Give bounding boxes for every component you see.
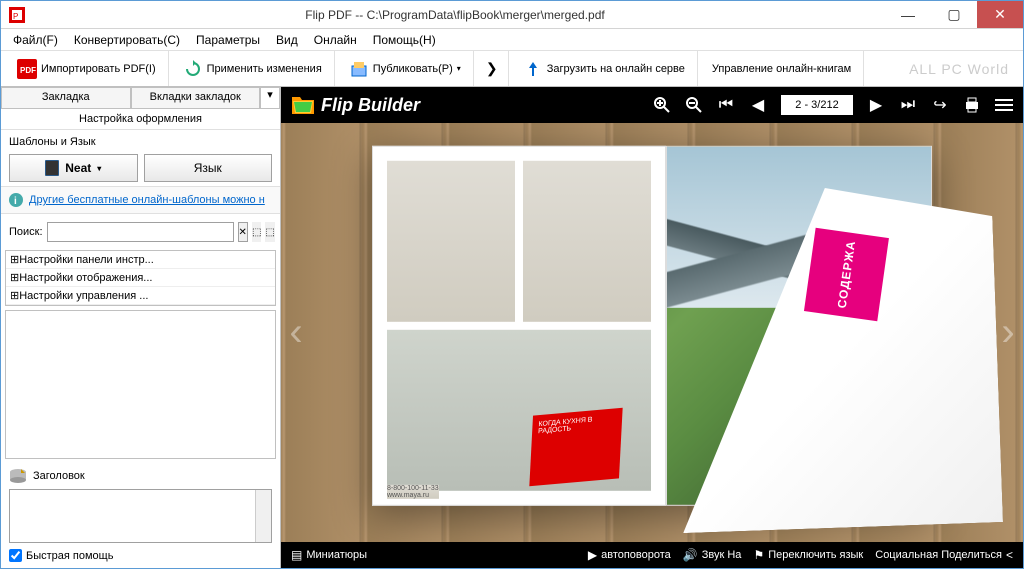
tab-bookmark[interactable]: Закладка [1, 87, 131, 109]
social-share-button[interactable]: Социальная Поделиться < [875, 548, 1013, 562]
svg-text:i: i [14, 196, 17, 207]
next-page-icon[interactable]: ▶ [867, 96, 885, 114]
close-button[interactable]: ✕ [977, 1, 1023, 28]
quick-help-label: Быстрая помощь [26, 550, 113, 562]
menu-online[interactable]: Онлайн [306, 31, 365, 49]
book-icon [45, 160, 59, 176]
menu-bar: Файл(F) Конвертировать(C) Параметры Вид … [1, 29, 1023, 51]
tree-item-display[interactable]: ⊞Настройки отображения... [6, 269, 275, 287]
menu-icon[interactable] [995, 96, 1013, 114]
template-select-button[interactable]: Neat ▾ [9, 154, 138, 182]
import-pdf-button[interactable]: PDF Импортировать PDF(I) [11, 55, 162, 83]
thumbnails-button[interactable]: ▤ Миниатюры [291, 548, 367, 562]
tree-item-toolbar[interactable]: ⊞Настройки панели инстр... [6, 251, 275, 269]
window-title: Flip PDF -- C:\ProgramData\flipBook\merg… [25, 8, 885, 22]
zoom-in-icon[interactable] [653, 96, 671, 114]
main-toolbar: PDF Импортировать PDF(I) Применить измен… [1, 51, 1023, 87]
clear-search-button[interactable]: ✕ [238, 222, 248, 242]
upload-icon [523, 59, 543, 79]
collapse-all-button[interactable]: ⬚ [265, 222, 274, 242]
menu-view[interactable]: Вид [268, 31, 306, 49]
flipbook[interactable]: 8-800-100-11-33www.maya.ru DEECT [372, 145, 932, 505]
next-icon[interactable]: ❯ [482, 59, 502, 79]
page-left: 8-800-100-11-33www.maya.ru [372, 145, 666, 505]
menu-file[interactable]: Файл(F) [5, 31, 66, 49]
play-icon: ▶ [588, 548, 597, 562]
refresh-icon [183, 59, 203, 79]
pdf-icon: PDF [17, 59, 37, 79]
redo-icon[interactable]: ↪ [931, 96, 949, 114]
zoom-out-icon[interactable] [685, 96, 703, 114]
publish-button[interactable]: Публиковать(P) ▾ [343, 55, 467, 83]
publish-icon [349, 59, 369, 79]
maximize-button[interactable]: ▢ [931, 1, 977, 28]
menu-params[interactable]: Параметры [188, 31, 268, 49]
menu-convert[interactable]: Конвертировать(C) [66, 31, 188, 49]
viewer-brand: Flip Builder [291, 95, 420, 116]
switch-language-button[interactable]: ⚑ Переключить язык [753, 548, 863, 562]
chevron-down-icon: ▾ [97, 164, 101, 173]
design-section-title: Настройка оформления [1, 109, 280, 130]
page-footer: 8-800-100-11-33www.maya.ru [387, 484, 439, 498]
side-label: DEECT [905, 472, 925, 494]
thumbnails-icon: ▤ [291, 548, 302, 562]
info-icon: i [9, 193, 23, 207]
viewer-statusbar: ▤ Миниатюры ▶ автоповорота 🔊 Звук На ⚑ П… [281, 542, 1023, 568]
last-page-icon[interactable]: ⏭ [899, 96, 917, 114]
photo-kitchen-1 [387, 160, 515, 321]
search-label: Поиск: [9, 226, 43, 238]
prev-page-icon[interactable]: ◀ [749, 96, 767, 114]
stage-next-button[interactable]: › [993, 303, 1023, 363]
flipbook-stage: ‹ › 8-800-100-11-33www.maya.ru DEECT [281, 123, 1023, 542]
page-indicator-input[interactable] [781, 95, 853, 115]
settings-tree: ⊞Настройки панели инстр... ⊞Настройки от… [5, 250, 276, 306]
photo-kitchen-2 [523, 160, 651, 321]
watermark-text: ALL PC World [909, 61, 1019, 77]
design-panel: Закладка Вкладки закладок ▾ Настройка оф… [1, 87, 281, 568]
first-page-icon[interactable]: ⏮ [717, 96, 735, 114]
minimize-button[interactable]: — [885, 1, 931, 28]
stage-prev-button[interactable]: ‹ [281, 303, 311, 363]
autoflip-button[interactable]: ▶ автоповорота [588, 548, 671, 562]
preview-panel: Flip Builder ⏮ ◀ ▶ ⏭ ↪ ‹ › [281, 87, 1023, 568]
upload-online-button[interactable]: Загрузить на онлайн серве [517, 55, 691, 83]
caption-icon [9, 467, 27, 485]
app-icon: P [9, 7, 25, 23]
share-icon: < [1006, 548, 1013, 562]
mountain-photo [667, 218, 931, 325]
tree-item-control[interactable]: ⊞Настройки управления ... [6, 287, 275, 305]
quick-help-checkbox[interactable] [9, 549, 22, 562]
expand-all-button[interactable]: ⬚ [252, 222, 261, 242]
caption-textarea[interactable] [9, 489, 272, 543]
more-templates-link[interactable]: Другие бесплатные онлайн-шаблоны можно н [29, 194, 265, 206]
red-callout: КОГДА КУХНЯ В РАДОСТЬ [529, 408, 622, 486]
print-icon[interactable] [963, 96, 981, 114]
window-titlebar: P Flip PDF -- C:\ProgramData\flipBook\me… [1, 1, 1023, 29]
tab-dropdown-icon[interactable]: ▾ [260, 87, 280, 109]
svg-text:P: P [13, 12, 18, 21]
sound-icon: 🔊 [683, 548, 698, 562]
search-input[interactable] [47, 222, 234, 242]
menu-help[interactable]: Помощь(H) [365, 31, 444, 49]
folder-icon [291, 95, 315, 115]
caption-label: Заголовок [33, 470, 85, 482]
sound-button[interactable]: 🔊 Звук На [683, 548, 742, 562]
chevron-down-icon: ▾ [457, 64, 461, 73]
flag-icon: ⚑ [753, 548, 764, 562]
scrollbar[interactable] [255, 490, 271, 542]
language-button[interactable]: Язык [144, 154, 273, 182]
svg-text:PDF: PDF [20, 66, 36, 75]
empty-pane [5, 310, 276, 459]
viewer-toolbar: Flip Builder ⏮ ◀ ▶ ⏭ ↪ [281, 87, 1023, 123]
apply-changes-button[interactable]: Применить изменения [177, 55, 328, 83]
templates-lang-label: Шаблоны и Язык [1, 130, 280, 150]
tab-bookmark-tabs[interactable]: Вкладки закладок [131, 87, 261, 109]
manage-online-button[interactable]: Управление онлайн-книгам [706, 59, 857, 79]
page-right: DEECT [666, 145, 932, 505]
